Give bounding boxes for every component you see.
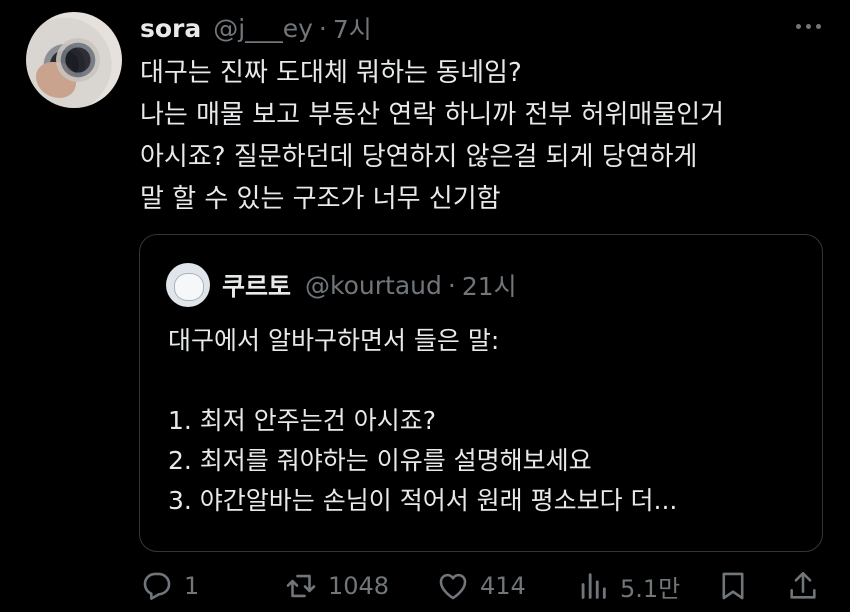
repost-icon (286, 574, 316, 598)
repost-count: 1048 (328, 572, 390, 600)
like-button[interactable]: 414 (436, 568, 526, 604)
tweet-text-line: 말 할 수 있는 구조가 너무 신기함 (140, 184, 501, 214)
reply-count: 1 (184, 572, 200, 600)
bookmark-icon (722, 572, 744, 600)
tweet-text-line: 대구는 진짜 도대체 뭐하는 동네임? (140, 58, 522, 88)
quote-text-line (168, 361, 808, 401)
separator-dot: · (318, 13, 327, 43)
reply-icon (143, 572, 171, 600)
avatar-face (174, 273, 204, 301)
more-icon[interactable] (788, 14, 828, 38)
author-name[interactable]: sora (140, 14, 201, 43)
action-bar: 1 1048 414 5.1만 (0, 562, 850, 612)
quote-time: 21시 (461, 272, 517, 301)
views-count: 5.1만 (620, 574, 681, 603)
quote-author-avatar (166, 263, 210, 307)
quote-author-name: 쿠르토 (222, 272, 292, 301)
quote-text: 대구에서 알바구하면서 들은 말: 1. 최저 안주는건 아시죠? 2. 최저를… (168, 321, 808, 521)
views-icon (581, 573, 606, 599)
author-handle[interactable]: @j___ey (213, 14, 313, 43)
quote-author-handle: @kourtaud (305, 270, 442, 300)
tweet-header: sora @j___ey · 7시 (140, 10, 372, 46)
tweet-text-line: 아시죠? 질문하던데 당연하지 않은걸 되게 당연하게 (140, 142, 698, 172)
share-icon (790, 571, 816, 599)
author-avatar[interactable] (26, 12, 122, 108)
tweet-text: 대구는 진짜 도대체 뭐하는 동네임? 나는 매물 보고 부동산 연락 하니까 … (140, 52, 840, 220)
quote-text-line: 1. 최저 안주는건 아시죠? (168, 406, 436, 435)
tweet-text-line: 나는 매물 보고 부동산 연락 하니까 전부 허위매물인거 (140, 100, 725, 130)
quote-text-line: 2. 최저를 줘야하는 이유를 설명해보세요 (168, 446, 592, 475)
reply-button[interactable]: 1 (140, 568, 199, 604)
quote-header: 쿠르토 @kourtaud · 21시 (222, 265, 517, 305)
views-button[interactable]: 5.1만 (576, 568, 680, 604)
like-icon (439, 573, 467, 600)
quote-text-line: 대구에서 알바구하면서 들은 말: (168, 326, 500, 355)
tweet-time[interactable]: 7시 (333, 10, 372, 46)
avatar-cup (56, 38, 100, 82)
separator-dot: · (447, 270, 456, 300)
bookmark-button[interactable] (716, 568, 750, 604)
repost-button[interactable]: 1048 (284, 568, 389, 604)
share-button[interactable] (786, 568, 820, 604)
quoted-tweet[interactable]: 쿠르토 @kourtaud · 21시 대구에서 알바구하면서 들은 말: 1.… (139, 234, 823, 552)
quote-text-line: 3. 야간알바는 손님이 적어서 원래 평소보다 더... (168, 486, 678, 515)
like-count: 414 (480, 572, 526, 600)
